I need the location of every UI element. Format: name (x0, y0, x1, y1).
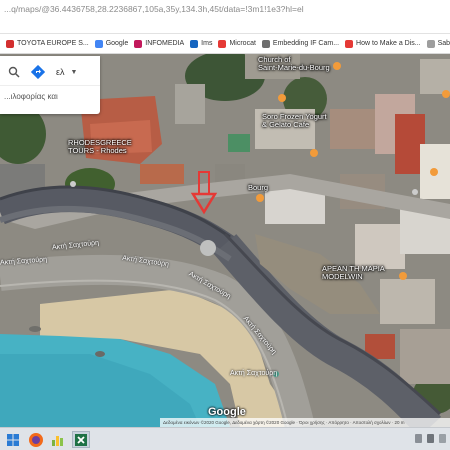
bookmark-item[interactable]: Ims (190, 39, 213, 48)
label-arean[interactable]: ΑΡΕΑΝ ΤΗ ΜΑΡΙΑ MODELWIN (322, 264, 385, 282)
bookmark-item[interactable]: Embedding IF Cam... (261, 39, 340, 48)
search-secondary-text[interactable]: ...ιλοφορίας και (0, 85, 100, 107)
bookmark-label: Ims (201, 40, 213, 47)
bookmark-label: Microcat (229, 40, 256, 47)
bookmark-label: INFOMEDIA (145, 40, 185, 47)
language-label[interactable]: ελ (56, 67, 65, 77)
saba-icon (426, 39, 435, 48)
road-label: Ακτή Σαχτούρη (230, 370, 278, 377)
map-attribution[interactable]: Δεδομένα εικόνων ©2020 Google, Δεδομένα … (160, 418, 450, 427)
bookmark-item[interactable]: TOYOTA EUROPE S... (6, 39, 89, 48)
excel-icon[interactable] (72, 431, 90, 448)
embed-icon (261, 39, 270, 48)
url-rest: @36.4436758,28.2236867,105a,35y,134.3h,4… (41, 4, 304, 14)
bookmark-item[interactable]: Saba: SumaaSource &... (426, 39, 450, 48)
youtube-icon (345, 39, 354, 48)
tray-icon[interactable] (427, 434, 434, 443)
search-panel: ελ ▼ ...ιλοφορίας και (0, 56, 100, 114)
bookmark-item[interactable]: Google (94, 39, 129, 48)
address-bar[interactable]: ...q/maps/@36.4436758,28.2236867,105a,35… (0, 0, 450, 34)
bookmark-label: Embedding IF Cam... (272, 40, 340, 47)
tray-icon[interactable] (415, 434, 422, 443)
bookmark-label: How to Make a Dis... (356, 40, 421, 47)
infomedia-icon (134, 39, 143, 48)
bookmark-item[interactable]: Microcat (218, 39, 256, 48)
taskbar (0, 427, 450, 450)
bookmark-item[interactable]: INFOMEDIA (134, 39, 185, 48)
chevron-down-icon[interactable]: ▼ (71, 69, 78, 76)
google-logo: Google (208, 406, 246, 418)
google-icon (94, 39, 103, 48)
bookmarks-bar: TOYOTA EUROPE S... Google INFOMEDIA Ims Micr… (0, 34, 450, 54)
directions-icon[interactable] (28, 62, 48, 82)
windows-start-icon[interactable] (6, 431, 24, 448)
tray-icon[interactable] (439, 434, 446, 443)
label-rhodes-greece-tours[interactable]: RHODESGREECE TOURS - Rhodes (68, 138, 132, 156)
label-bourg[interactable]: Bourg (248, 183, 268, 192)
url-text[interactable]: ...q/maps/@36.4436758,28.2236867,105a,35… (4, 4, 444, 14)
label-soro-frozen-yogurt[interactable]: Soro Frozen Yogurt & Gelato Cafe (262, 112, 327, 130)
firefox-icon[interactable] (28, 431, 46, 448)
toyota-icon (6, 39, 14, 48)
label-church[interactable]: Church of Saint-Marie-du-Bourg (258, 55, 330, 73)
ims-icon (190, 39, 199, 48)
bookmark-label: TOYOTA EUROPE S... (17, 40, 89, 47)
bookmark-label: Saba: SumaaSource &... (437, 40, 450, 47)
search-icon[interactable] (4, 62, 24, 82)
chart-icon[interactable] (50, 431, 68, 448)
system-tray (415, 434, 446, 443)
screen: ...q/maps/@36.4436758,28.2236867,105a,35… (0, 0, 450, 450)
url-prefix: ...q/maps/ (4, 4, 42, 14)
bookmark-item[interactable]: How to Make a Dis... (345, 39, 421, 48)
bookmark-label: Google (105, 40, 129, 47)
microcat-icon (218, 39, 227, 48)
